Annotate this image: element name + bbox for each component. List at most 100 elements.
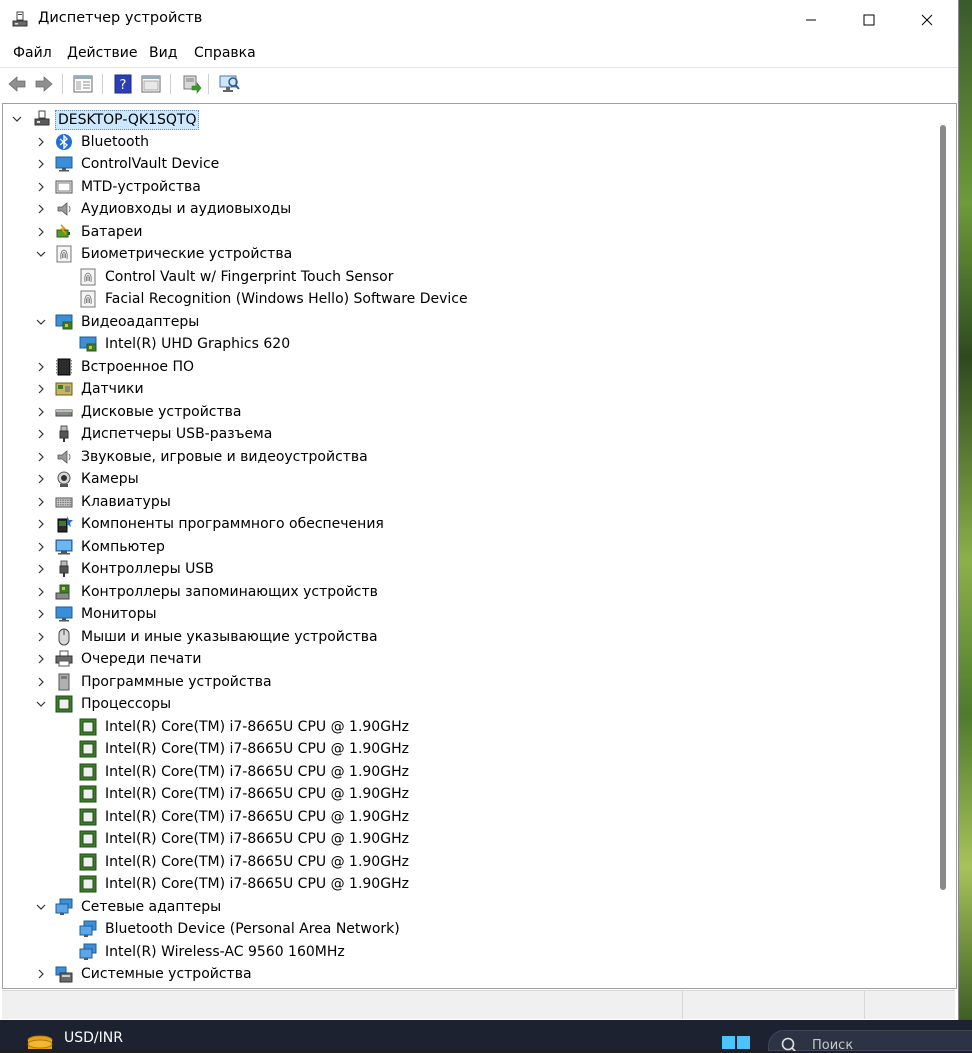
taskbar-search-box[interactable] — [768, 1030, 972, 1051]
tree-device[interactable]: Intel(R) Core(TM) i7-8665U CPU @ 1.90GHz — [3, 783, 933, 805]
toolbar-separator — [102, 74, 103, 94]
menu-view[interactable]: Вид — [149, 45, 177, 61]
tree-category[interactable]: Встроенное ПО — [3, 356, 933, 378]
currency-ticker[interactable]: USD/INR — [64, 1030, 123, 1046]
chevron-right-icon[interactable] — [35, 203, 47, 215]
chevron-right-icon[interactable] — [35, 968, 47, 980]
tree-category[interactable]: Звуковые, игровые и видеоустройства — [3, 446, 933, 468]
tree-category[interactable]: Компьютер — [3, 536, 933, 558]
fingerprint-icon — [80, 290, 96, 308]
chevron-down-icon[interactable] — [35, 248, 47, 260]
update-driver-icon[interactable] — [180, 73, 202, 95]
scan-hardware-changes-icon[interactable] — [218, 73, 240, 95]
chevron-down-icon[interactable] — [11, 113, 23, 125]
chevron-right-icon[interactable] — [35, 361, 47, 373]
chevron-right-icon[interactable] — [35, 586, 47, 598]
tree-category[interactable]: Дисковые устройства — [3, 401, 933, 423]
minimize-button[interactable] — [782, 0, 840, 40]
chevron-right-icon[interactable] — [35, 473, 47, 485]
tree-category[interactable]: Программные устройства — [3, 671, 933, 693]
chevron-right-icon[interactable] — [35, 226, 47, 238]
category-label: Дисковые устройства — [81, 403, 242, 420]
device-label: Intel(R) Core(TM) i7-8665U CPU @ 1.90GHz — [105, 741, 409, 757]
chevron-right-icon[interactable] — [35, 406, 47, 418]
tree-category[interactable]: Сетевые адаптеры — [3, 896, 933, 918]
device-label: Intel(R) Core(TM) i7-8665U CPU @ 1.90GHz — [105, 786, 409, 802]
tree-device[interactable]: Intel(R) Core(TM) i7-8665U CPU @ 1.90GHz — [3, 873, 933, 895]
tree-category[interactable]: Мониторы — [3, 603, 933, 625]
menu-file[interactable]: Файл — [13, 45, 52, 61]
tree-device[interactable]: Bluetooth Device (Personal Area Network) — [3, 918, 933, 940]
menu-help[interactable]: Справка — [194, 45, 256, 61]
back-arrow-icon[interactable] — [6, 73, 28, 95]
tree-category[interactable]: Мыши и иные указывающие устройства — [3, 626, 933, 648]
chevron-right-icon[interactable] — [35, 653, 47, 665]
category-label: Клавиатуры — [81, 493, 171, 510]
forward-arrow-icon[interactable] — [33, 73, 55, 95]
tree-category[interactable]: Bluetooth — [3, 131, 933, 153]
vertical-scrollbar-thumb[interactable] — [940, 125, 946, 890]
coins-icon[interactable] — [26, 1034, 54, 1049]
tree-device[interactable]: Intel(R) Core(TM) i7-8665U CPU @ 1.90GHz — [3, 761, 933, 783]
tree-category[interactable]: Процессоры — [3, 693, 933, 715]
chevron-right-icon[interactable] — [35, 541, 47, 553]
tree-category[interactable]: Очереди печати — [3, 648, 933, 670]
tree-device[interactable]: Intel(R) Core(TM) i7-8665U CPU @ 1.90GHz — [3, 716, 933, 738]
tree-category[interactable]: Аудиовходы и аудиовыходы — [3, 198, 933, 220]
tree-device[interactable]: Facial Recognition (Windows Hello) Softw… — [3, 288, 933, 310]
device-tree[interactable]: DESKTOP-QK1SQTQ Bluetooth ControlVault De… — [2, 103, 957, 989]
tree-device[interactable]: Intel(R) UHD Graphics 620 — [3, 333, 933, 355]
tree-device[interactable]: Intel(R) Core(TM) i7-8665U CPU @ 1.90GHz — [3, 828, 933, 850]
processor-icon — [55, 695, 73, 713]
tree-device[interactable]: Intel(R) Core(TM) i7-8665U CPU @ 1.90GHz — [3, 851, 933, 873]
maximize-button[interactable] — [840, 0, 898, 40]
tree-category[interactable]: Датчики — [3, 378, 933, 400]
chevron-right-icon[interactable] — [35, 608, 47, 620]
tree-device[interactable]: Control Vault w/ Fingerprint Touch Senso… — [3, 266, 933, 288]
tree-category[interactable]: Клавиатуры — [3, 491, 933, 513]
tree-category[interactable]: Камеры — [3, 468, 933, 490]
tree-category[interactable]: Видеоадаптеры — [3, 311, 933, 333]
chevron-right-icon[interactable] — [35, 136, 47, 148]
tree-category[interactable]: Контроллеры USB — [3, 558, 933, 580]
toolbar-separator — [62, 74, 63, 94]
tree-category[interactable]: Диспетчеры USB-разъема — [3, 423, 933, 445]
device-label: Intel(R) Core(TM) i7-8665U CPU @ 1.90GHz — [105, 718, 409, 735]
menu-action[interactable]: Действие — [67, 45, 137, 61]
chevron-down-icon[interactable] — [35, 901, 47, 913]
chevron-right-icon[interactable] — [35, 383, 47, 395]
chevron-right-icon[interactable] — [35, 676, 47, 688]
chevron-right-icon[interactable] — [35, 496, 47, 508]
chevron-right-icon[interactable] — [35, 181, 47, 193]
chevron-right-icon[interactable] — [35, 428, 47, 440]
chevron-right-icon[interactable] — [35, 158, 47, 170]
chevron-right-icon[interactable] — [35, 631, 47, 643]
chevron-right-icon[interactable] — [35, 563, 47, 575]
close-button[interactable] — [898, 0, 956, 40]
tree-device[interactable]: Intel(R) Core(TM) i7-8665U CPU @ 1.90GHz — [3, 738, 933, 760]
tree-category[interactable]: MTD-устройства — [3, 176, 933, 198]
tree-category[interactable]: Батареи — [3, 221, 933, 243]
chevron-down-icon[interactable] — [35, 316, 47, 328]
tree-device[interactable]: Intel(R) Core(TM) i7-8665U CPU @ 1.90GHz — [3, 806, 933, 828]
chevron-right-icon[interactable] — [35, 518, 47, 530]
category-label: Контроллеры USB — [81, 561, 214, 577]
tree-device[interactable]: Intel(R) Wireless-AC 9560 160MHz — [3, 941, 933, 963]
show-hide-console-tree-icon[interactable] — [72, 73, 94, 95]
properties-icon[interactable] — [140, 73, 162, 95]
tree-category[interactable]: Биометрические устройства — [3, 243, 933, 265]
help-icon[interactable]: ? — [112, 73, 134, 95]
tree-category[interactable]: Системные устройства — [3, 963, 933, 985]
maximize-icon — [863, 14, 875, 26]
title-bar[interactable]: Диспетчер устройств — [0, 0, 958, 40]
status-bar — [2, 990, 955, 1019]
windows-start-icon[interactable] — [722, 1036, 750, 1049]
root-computer-name[interactable]: DESKTOP-QK1SQTQ — [55, 110, 200, 130]
software-device-icon — [58, 673, 70, 690]
chevron-right-icon[interactable] — [35, 451, 47, 463]
tree-category[interactable]: ControlVault Device — [3, 153, 933, 175]
toolbar: ? — [0, 67, 958, 100]
chevron-down-icon[interactable] — [35, 698, 47, 710]
tree-category[interactable]: Компоненты программного обеспечения — [3, 513, 933, 535]
tree-category[interactable]: Контроллеры запоминающих устройств — [3, 581, 933, 603]
